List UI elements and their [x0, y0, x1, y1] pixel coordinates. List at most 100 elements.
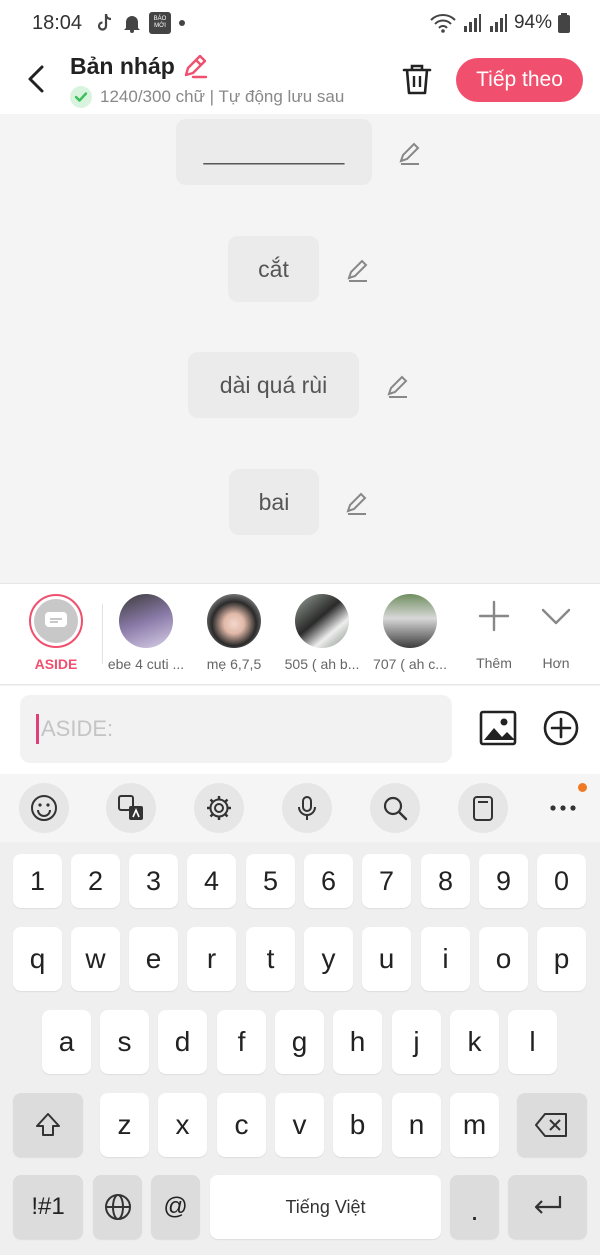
character-name: ebe 4 cuti ... — [107, 656, 185, 672]
keyboard: 1 2 3 4 5 6 7 8 9 0 q w e r t y u i o p … — [0, 774, 600, 1255]
edit-message-icon[interactable] — [397, 140, 423, 166]
notification-dot — [578, 783, 587, 792]
key-9[interactable]: 9 — [479, 854, 528, 908]
trash-icon[interactable] — [400, 62, 434, 96]
settings-gear-icon[interactable] — [194, 783, 244, 833]
translate-icon[interactable] — [106, 783, 156, 833]
key-b[interactable]: b — [333, 1093, 382, 1157]
edit-message-icon[interactable] — [344, 490, 370, 516]
language-key[interactable] — [93, 1175, 142, 1239]
enter-key[interactable] — [508, 1175, 587, 1239]
keyboard-toolbar — [0, 774, 600, 842]
avatar — [207, 594, 261, 648]
key-d[interactable]: d — [158, 1010, 207, 1074]
avatar — [119, 594, 173, 648]
backspace-key[interactable] — [517, 1093, 587, 1157]
enter-icon — [534, 1196, 561, 1214]
text-cursor — [36, 714, 39, 744]
key-2[interactable]: 2 — [71, 854, 120, 908]
key-c[interactable]: c — [217, 1093, 266, 1157]
key-y[interactable]: y — [304, 927, 353, 991]
key-m[interactable]: m — [450, 1093, 499, 1157]
microphone-icon[interactable] — [282, 783, 332, 833]
character-aside[interactable]: ASIDE — [11, 594, 101, 672]
message-bubble[interactable]: bai — [229, 469, 319, 535]
avatar — [295, 594, 349, 648]
back-arrow-icon[interactable] — [22, 62, 52, 96]
expand-label: Hơn — [542, 655, 570, 671]
input-placeholder: ASIDE: — [41, 716, 114, 741]
add-circle-icon[interactable] — [541, 708, 581, 748]
key-8[interactable]: 8 — [421, 854, 470, 908]
news-app-icon: BÁO MỚI — [149, 12, 171, 34]
next-button[interactable]: Tiếp theo — [456, 58, 583, 102]
word-count-status: 1240/300 chữ | Tự động lưu sau — [100, 87, 345, 106]
key-0[interactable]: 0 — [537, 854, 586, 908]
edit-message-icon[interactable] — [385, 373, 411, 399]
clipboard-icon[interactable] — [458, 783, 508, 833]
character-item[interactable]: 505 ( ah b... — [277, 594, 367, 672]
character-name: mẹ 6,7,5 — [206, 656, 262, 672]
search-icon[interactable] — [370, 783, 420, 833]
bell-icon — [124, 16, 140, 33]
character-item[interactable]: ebe 4 cuti ... — [101, 594, 191, 672]
space-key[interactable]: Tiếng Việt — [210, 1175, 441, 1239]
key-o[interactable]: o — [479, 927, 528, 991]
symbols-key[interactable]: !#1 — [13, 1175, 83, 1239]
key-k[interactable]: k — [450, 1010, 499, 1074]
emoji-icon[interactable] — [19, 783, 69, 833]
globe-icon — [104, 1194, 131, 1220]
expand-characters-button[interactable]: Hơn — [511, 594, 600, 671]
at-key[interactable]: @ — [151, 1175, 200, 1239]
image-icon[interactable] — [478, 708, 518, 748]
key-6[interactable]: 6 — [304, 854, 353, 908]
key-4[interactable]: 4 — [187, 854, 236, 908]
key-r[interactable]: r — [187, 927, 236, 991]
message-bubble[interactable]: cắt — [228, 236, 319, 302]
edit-title-icon[interactable] — [181, 52, 209, 80]
key-g[interactable]: g — [275, 1010, 324, 1074]
key-l[interactable]: l — [508, 1010, 557, 1074]
battery-icon — [558, 13, 570, 33]
key-1[interactable]: 1 — [13, 854, 62, 908]
status-bar: 18:04 BÁO MỚI 94% — [0, 0, 600, 48]
key-w[interactable]: w — [71, 927, 120, 991]
key-n[interactable]: n — [392, 1093, 441, 1157]
key-x[interactable]: x — [158, 1093, 207, 1157]
key-e[interactable]: e — [129, 927, 178, 991]
period-key[interactable]: . — [450, 1175, 499, 1239]
key-p[interactable]: p — [537, 927, 586, 991]
page-title: Bản nháp — [70, 52, 175, 79]
avatar — [383, 594, 437, 648]
character-picker: ASIDE ebe 4 cuti ... mẹ 6,7,5 505 ( ah b… — [0, 583, 600, 685]
shift-key[interactable] — [13, 1093, 83, 1157]
signal-icon — [463, 14, 481, 32]
key-i[interactable]: i — [421, 927, 470, 991]
dot-icon — [179, 20, 185, 26]
key-7[interactable]: 7 — [362, 854, 411, 908]
key-t[interactable]: t — [246, 927, 295, 991]
key-u[interactable]: u — [362, 927, 411, 991]
character-item[interactable]: 707 ( ah c... — [365, 594, 455, 672]
key-v[interactable]: v — [275, 1093, 324, 1157]
key-q[interactable]: q — [13, 927, 62, 991]
key-5[interactable]: 5 — [246, 854, 295, 908]
editor-header: Bản nháp 1240/300 chữ | Tự động lưu sau … — [0, 48, 600, 114]
key-j[interactable]: j — [392, 1010, 441, 1074]
key-3[interactable]: 3 — [129, 854, 178, 908]
message-input[interactable]: ASIDE: — [20, 695, 452, 763]
wifi-icon — [430, 14, 456, 33]
message-bubble[interactable]: ___________ — [176, 119, 372, 185]
key-z[interactable]: z — [100, 1093, 149, 1157]
key-a[interactable]: a — [42, 1010, 91, 1074]
backspace-icon — [535, 1113, 567, 1137]
key-h[interactable]: h — [333, 1010, 382, 1074]
chevron-down-icon — [541, 608, 571, 625]
edit-message-icon[interactable] — [345, 257, 371, 283]
signal-icon-2 — [489, 14, 507, 32]
shift-icon — [36, 1113, 60, 1136]
message-bubble[interactable]: dài quá rùi — [188, 352, 359, 418]
key-s[interactable]: s — [100, 1010, 149, 1074]
character-item[interactable]: mẹ 6,7,5 — [189, 594, 279, 672]
key-f[interactable]: f — [217, 1010, 266, 1074]
